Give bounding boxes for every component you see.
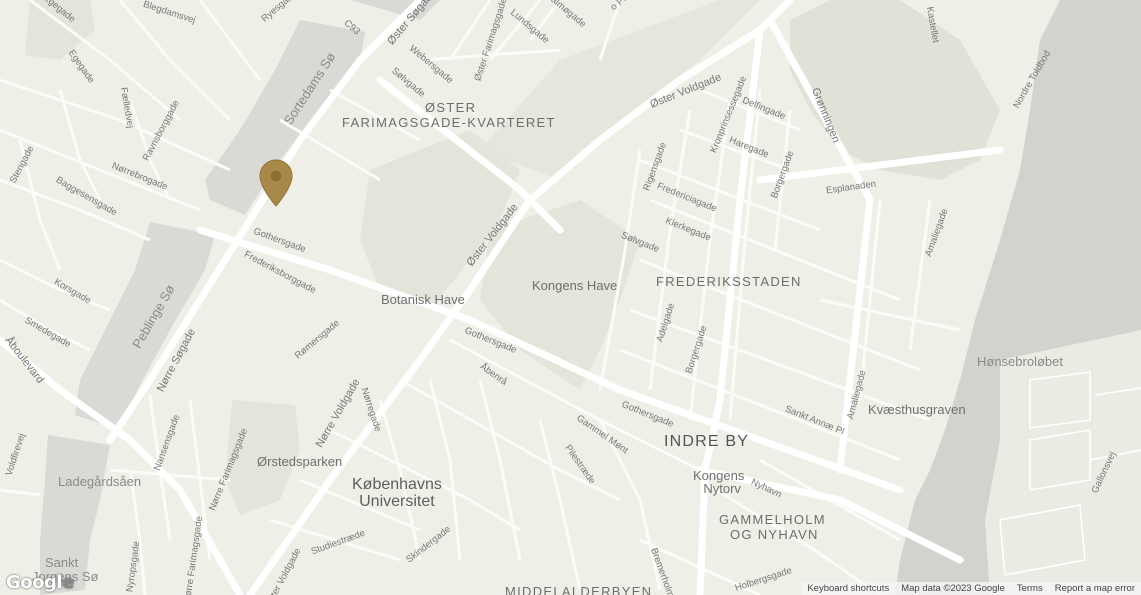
poi-label-universitet: Universitet bbox=[359, 492, 435, 510]
district-label-frederiksstaden: FREDERIKSSTADEN bbox=[656, 274, 802, 289]
district-label-og-nyhavn: OG NYHAVN bbox=[730, 527, 819, 542]
poi-label-botanisk-have[interactable]: Botanisk Have bbox=[381, 293, 465, 306]
map-data-attribution: Map data ©2023 Google bbox=[901, 583, 1005, 594]
poi-label-kongens-nytorv[interactable]: Kongens Nytorv bbox=[693, 469, 744, 495]
poi-label-nytorv: Nytorv bbox=[703, 481, 741, 496]
map-footer: Keyboard shortcuts Map data ©2023 Google… bbox=[801, 582, 1141, 595]
district-label-indre-by: INDRE BY bbox=[664, 433, 750, 450]
report-map-error-link[interactable]: Report a map error bbox=[1049, 582, 1141, 595]
poi-label-kobenhavns: Københavns bbox=[352, 476, 442, 493]
poi-label-orstedsparken[interactable]: Ørstedsparken bbox=[257, 455, 342, 468]
google-logo-main: Googl bbox=[6, 572, 63, 593]
map-pin-icon[interactable] bbox=[258, 158, 294, 208]
terms-link[interactable]: Terms bbox=[1011, 582, 1049, 595]
quay-blocks bbox=[985, 330, 1141, 595]
poi-label-kobenhavns-universitet[interactable]: Københavns Universitet bbox=[352, 476, 442, 511]
map-canvas[interactable]: Sortedams Sø Peblinge Sø Ladegårdsåen Sa… bbox=[0, 0, 1141, 595]
water-label-ladegardsaen: Ladegårdsåen bbox=[58, 474, 142, 489]
poi-label-kvaesthusgraven: Kvæsthusgraven bbox=[868, 402, 966, 417]
keyboard-shortcuts-link[interactable]: Keyboard shortcuts bbox=[801, 582, 895, 595]
water-label-sankt: Sankt bbox=[45, 555, 79, 570]
poi-label-honsebrolobet: Hønsebroløbet bbox=[977, 354, 1063, 369]
district-label-farimagsgade-kvarteret: FARIMAGSGADE-KVARTERET bbox=[342, 115, 556, 130]
google-logo[interactable]: Google bbox=[6, 572, 74, 593]
district-label-middelalderbyen: MIDDELALDERBYEN bbox=[505, 584, 653, 595]
district-label-gammelholm: GAMMELHOLM bbox=[719, 512, 826, 527]
district-label-oster: ØSTER bbox=[425, 100, 477, 115]
poi-label-kongens-have[interactable]: Kongens Have bbox=[532, 279, 617, 292]
google-logo-end: e bbox=[62, 572, 74, 593]
